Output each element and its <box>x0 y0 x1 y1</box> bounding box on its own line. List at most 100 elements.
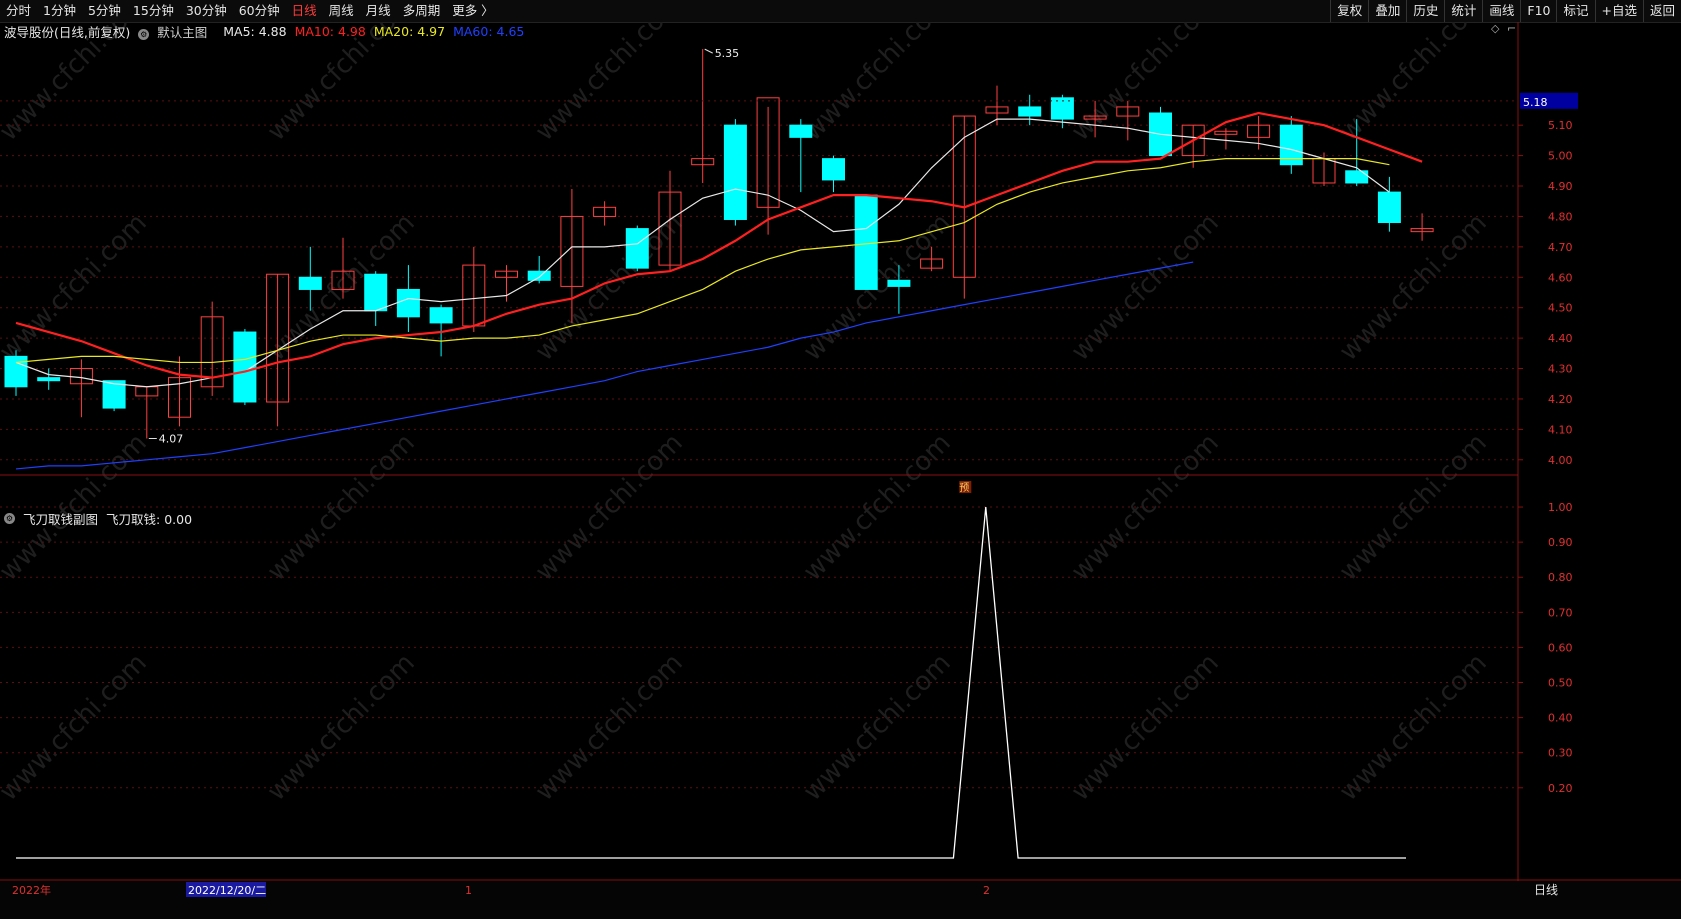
watermark-text: www.cfchi.com <box>530 22 689 147</box>
ma-line-ma10 <box>15 111 1423 379</box>
sub-chart-settings-icon[interactable]: ⚙ <box>4 513 15 524</box>
main-chart-label: 默认主图 <box>157 25 208 40</box>
watermark-text: www.cfchi.com <box>1334 648 1493 807</box>
main-chart-name[interactable]: ⚙ 默认主图 <box>138 22 215 41</box>
ma-label-3: MA60: 4.65 <box>453 24 525 39</box>
tool-button-1[interactable]: 叠加 <box>1368 0 1406 22</box>
watermark-text: www.cfchi.com <box>0 208 153 367</box>
tool-button-4[interactable]: 画线 <box>1482 0 1520 22</box>
sub-chart-value: 飞刀取钱: 0.00 <box>106 512 193 527</box>
tab-1[interactable]: 1分钟 <box>37 0 82 22</box>
candle-body <box>1377 191 1401 224</box>
high-pointer <box>704 48 713 54</box>
candle-body <box>527 270 551 281</box>
tab-6[interactable]: 日线 <box>286 0 323 22</box>
ma-label-2: MA20: 4.97 <box>373 24 446 39</box>
ma-label-1: MA10: 4.98 <box>294 24 366 39</box>
sub-ytick-label: 0.70 <box>1548 606 1573 619</box>
tool-button-8[interactable]: 返回 <box>1642 0 1681 22</box>
period-tabs: 分时 1分钟 5分钟 15分钟 30分钟 60分钟 日线 周线 月线 多周期 更多 〉 <box>0 0 500 22</box>
tab-3[interactable]: 15分钟 <box>127 0 180 22</box>
sub-chart-info: ⚙ 飞刀取钱副图 飞刀取钱: 0.00 <box>4 510 200 527</box>
tab-9[interactable]: 多周期 <box>397 0 447 22</box>
watermark-text: www.cfchi.com <box>798 648 957 807</box>
main-ytick-label: 4.30 <box>1548 363 1573 376</box>
tab-7[interactable]: 周线 <box>323 0 360 22</box>
tool-button-6[interactable]: 标记 <box>1556 0 1594 22</box>
tab-5[interactable]: 60分钟 <box>233 0 286 22</box>
tab-0[interactable]: 分时 <box>0 0 37 22</box>
main-ytick-label: 4.90 <box>1548 180 1573 193</box>
forecast-marker: 预 <box>959 482 969 494</box>
top-toolbar: 分时 1分钟 5分钟 15分钟 30分钟 60分钟 日线 周线 月线 多周期 更多 〉 复权 叠加 历史… <box>0 0 1681 23</box>
main-ytick-label: 4.60 <box>1548 271 1573 284</box>
diamond-icon: ◇ <box>1491 22 1500 35</box>
tool-button-3[interactable]: 统计 <box>1444 0 1482 22</box>
tool-button-2[interactable]: 历史 <box>1406 0 1444 22</box>
watermark-text: www.cfchi.com <box>262 208 421 367</box>
main-ytick-label: 4.40 <box>1548 332 1573 345</box>
ma-labels: MA5: 4.88 MA10: 4.98 MA20: 4.97 MA60: 4.65 <box>223 24 532 39</box>
low-annotation: 4.07 <box>159 432 184 445</box>
main-ytick-label: 4.10 <box>1548 423 1573 436</box>
sub-ytick-label: 0.20 <box>1548 782 1573 795</box>
tab-2[interactable]: 5分钟 <box>82 0 127 22</box>
candle-body <box>298 276 322 290</box>
ma-label-0: MA5: 4.88 <box>223 24 287 39</box>
chart-settings-icon[interactable]: ⚙ <box>138 29 150 40</box>
watermark-text: www.cfchi.com <box>262 22 421 147</box>
candle-body <box>37 377 61 382</box>
stock-title: 波导股份(日线,前复权) <box>4 25 131 40</box>
main-ytick-label: 4.20 <box>1548 393 1573 406</box>
sub-ytick-label: 0.60 <box>1548 641 1573 654</box>
date-axis-month-2: 2 <box>983 884 990 897</box>
main-ytick-label: 4.80 <box>1548 210 1573 223</box>
candle-body <box>429 307 453 324</box>
tool-buttons: 复权 叠加 历史 统计 画线 F10 标记 +自选 返回 <box>1330 0 1681 22</box>
main-ytick-label: 4.70 <box>1548 241 1573 254</box>
candle-body <box>364 273 388 312</box>
watermark-text: www.cfchi.com <box>530 648 689 807</box>
candle-body <box>1345 170 1369 184</box>
watermark-text: www.cfchi.com <box>1066 208 1225 367</box>
watermark-text: www.cfchi.com <box>798 22 957 147</box>
sub-ytick-label: 0.30 <box>1548 747 1573 760</box>
candle-body <box>4 355 28 388</box>
corner-icon: ⌐ <box>1507 22 1516 35</box>
sub-chart-name[interactable]: 飞刀取钱副图 <box>23 509 98 528</box>
sub-ytick-label: 1.00 <box>1548 501 1573 514</box>
candle-body <box>723 124 747 220</box>
watermark-text: www.cfchi.com <box>262 648 421 807</box>
main-ytick-label: 4.00 <box>1548 454 1573 467</box>
tab-4[interactable]: 30分钟 <box>180 0 233 22</box>
candle-body <box>887 279 911 287</box>
sub-ytick-label: 0.40 <box>1548 712 1573 725</box>
tab-8[interactable]: 月线 <box>360 0 397 22</box>
tool-button-5[interactable]: F10 <box>1520 0 1556 22</box>
main-ytick-label: 5.00 <box>1548 150 1573 163</box>
main-chart-info: 波导股份(日线,前复权) ⚙ 默认主图 MA5: 4.88 MA10: 4.98 MA… <box>4 23 540 40</box>
tool-button-7[interactable]: +自选 <box>1594 0 1643 22</box>
watermark-text: www.cfchi.com <box>0 428 153 587</box>
watermark-text: www.cfchi.com <box>0 648 153 807</box>
sub-ytick-label: 0.90 <box>1548 536 1573 549</box>
tool-button-0[interactable]: 复权 <box>1330 0 1368 22</box>
high-annotation: 5.35 <box>715 47 740 60</box>
candle-body <box>789 124 813 138</box>
chart-canvas[interactable]: www.cfchi.com www.cfchi.com www.cfchi.com w… <box>0 22 1681 919</box>
watermark-text: www.cfchi.com <box>1066 22 1225 147</box>
watermark-text: www.cfchi.com <box>1066 648 1225 807</box>
candle-body <box>822 158 845 181</box>
tab-10[interactable]: 更多 〉 <box>446 0 499 22</box>
candle-body <box>1018 106 1042 117</box>
sub-ytick-label: 0.50 <box>1548 677 1573 690</box>
candle-body <box>854 194 878 290</box>
main-ytick-label: 5.10 <box>1548 119 1573 132</box>
date-axis-month-1: 1 <box>465 884 472 897</box>
date-axis-start: 2022年 <box>12 883 51 897</box>
main-ytick-label: 4.50 <box>1548 302 1573 315</box>
candle-body <box>625 228 649 269</box>
candle-body <box>396 288 420 318</box>
watermark-text: www.cfchi.com <box>1334 22 1493 147</box>
price-badge: 5.18 <box>1523 96 1548 109</box>
